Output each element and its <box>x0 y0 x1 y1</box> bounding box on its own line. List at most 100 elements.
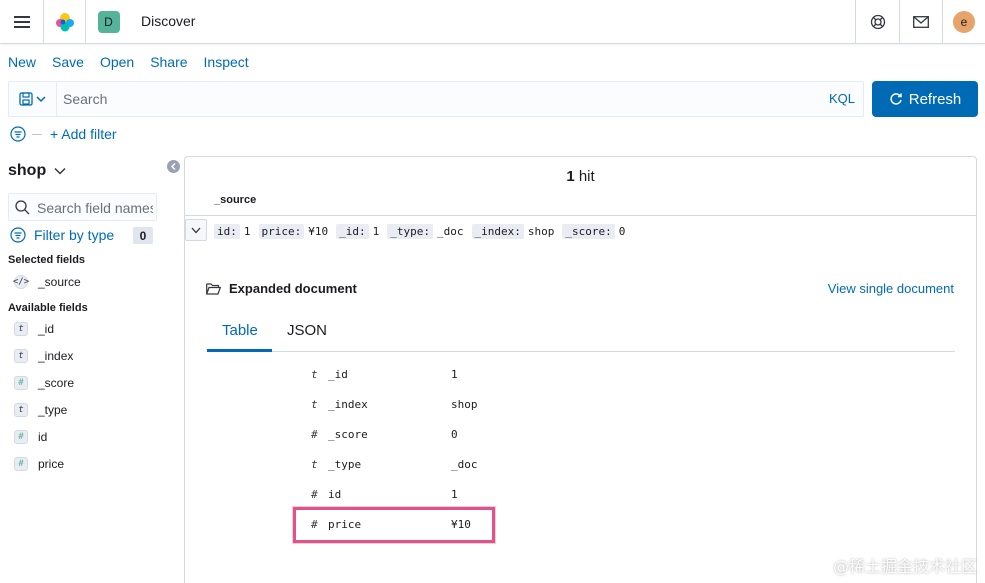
view-single-document-link[interactable]: View single document <box>828 281 954 296</box>
table-divider <box>185 215 976 216</box>
string-type-icon: t <box>311 458 318 471</box>
summary-value: ¥10 <box>308 225 329 238</box>
saved-query-button[interactable] <box>9 82 57 116</box>
code-icon: </> <box>12 275 30 289</box>
refresh-button[interactable]: Refresh <box>872 81 978 117</box>
doc-field-name: _score <box>328 428 368 441</box>
filter-divider <box>32 133 42 135</box>
string-type-icon: t <box>14 403 28 417</box>
field-item-id-num[interactable]: # id <box>14 430 47 444</box>
field-item-id[interactable]: t _id <box>14 322 54 336</box>
add-filter-button[interactable]: + Add filter <box>50 126 117 142</box>
field-item-type[interactable]: t _type <box>14 403 67 417</box>
row-expand-toggle[interactable] <box>185 219 207 241</box>
summary-key: _score: <box>562 224 615 239</box>
kql-toggle[interactable]: KQL <box>829 91 855 106</box>
nav-share[interactable]: Share <box>150 54 187 70</box>
doc-field-value: 1 <box>451 368 458 381</box>
field-item-source[interactable]: </> _source <box>12 275 81 289</box>
space-selector[interactable]: D <box>86 0 131 43</box>
filter-icon <box>10 227 26 243</box>
search-input[interactable]: Search <box>63 91 107 107</box>
string-type-icon: t <box>14 349 28 363</box>
number-type-icon: # <box>14 457 28 471</box>
filter-icon[interactable] <box>10 126 26 142</box>
doc-field-name: _id <box>328 368 348 381</box>
field-item-index[interactable]: t _index <box>14 349 73 363</box>
doc-field-value: 0 <box>451 428 458 441</box>
summary-key: _type: <box>387 224 433 239</box>
hit-count: 1 hit <box>185 168 976 185</box>
field-name: id <box>38 430 48 444</box>
field-item-score[interactable]: # _score <box>14 376 74 390</box>
string-type-icon: t <box>14 322 28 336</box>
query-bar: Search KQL <box>8 81 864 117</box>
refresh-label: Refresh <box>908 90 962 108</box>
field-name: _source <box>38 275 81 289</box>
watermark: @稀土掘金技术社区 <box>832 557 977 576</box>
doc-field-value: _doc <box>451 458 478 471</box>
doc-view-tabs: Table JSON <box>207 315 955 352</box>
row-summary: id: 1 price: ¥10 _id: 1 _type: _doc _index: s… <box>214 224 629 239</box>
elastic-logo[interactable] <box>44 0 86 43</box>
doc-field-value: shop <box>451 398 478 411</box>
summary-value: 1 <box>243 225 251 238</box>
folder-open-icon <box>206 282 221 295</box>
field-sidebar: shop Search field names Filter by type 0… <box>0 150 184 583</box>
index-pattern-selector[interactable]: shop <box>8 162 66 180</box>
doc-field-name: _type <box>328 458 362 471</box>
doc-field-row: t _type _doc <box>311 455 711 475</box>
nav-inspect[interactable]: Inspect <box>204 54 249 70</box>
newsfeed-button[interactable] <box>899 0 942 43</box>
tab-table[interactable]: Table <box>222 322 258 339</box>
search-icon <box>15 200 30 215</box>
refresh-icon <box>890 93 902 105</box>
column-header-source[interactable]: _source <box>214 194 256 206</box>
nav-open[interactable]: Open <box>100 54 134 70</box>
collapse-sidebar-button[interactable] <box>167 160 180 173</box>
chevron-down-icon <box>54 167 66 175</box>
number-type-icon: # <box>14 376 28 390</box>
menu-button[interactable] <box>0 0 44 43</box>
summary-value: 1 <box>372 225 380 238</box>
filter-count-badge: 0 <box>133 227 153 244</box>
user-avatar: e <box>953 10 975 33</box>
app-header: D Discover e <box>0 0 985 44</box>
doc-field-row: t _id 1 <box>311 365 711 385</box>
nav-new[interactable]: New <box>8 54 36 70</box>
summary-key: _index: <box>471 224 524 239</box>
filter-by-type-button[interactable]: Filter by type <box>10 227 114 243</box>
user-menu[interactable]: e <box>942 0 985 43</box>
filter-bar: + Add filter <box>10 126 117 142</box>
nav-save[interactable]: Save <box>52 54 84 70</box>
field-item-price[interactable]: # price <box>14 457 64 471</box>
active-tab-indicator <box>207 349 272 352</box>
number-type-icon: # <box>14 430 28 444</box>
help-button[interactable] <box>855 0 899 43</box>
field-name: _id <box>38 322 55 336</box>
summary-key: id: <box>214 224 240 239</box>
expanded-document-title: Expanded document <box>229 281 357 296</box>
chevron-down-icon <box>36 96 46 103</box>
doc-field-value: 1 <box>451 488 458 501</box>
top-nav: New Save Open Share Inspect <box>8 54 249 70</box>
summary-value: _doc <box>437 225 464 238</box>
chevron-down-icon <box>191 227 201 233</box>
field-search-input[interactable]: Search field names <box>8 193 157 221</box>
tab-json[interactable]: JSON <box>287 322 327 339</box>
string-type-icon: t <box>311 368 318 381</box>
save-icon <box>19 92 33 106</box>
selected-fields-title: Selected fields <box>8 254 86 266</box>
hit-count-number: 1 <box>566 168 575 185</box>
summary-key: _id: <box>336 224 369 239</box>
available-fields-title: Available fields <box>8 302 88 314</box>
summary-value: 0 <box>618 225 626 238</box>
index-pattern-label: shop <box>8 162 47 179</box>
field-name: price <box>38 457 65 471</box>
field-name: _type <box>38 403 68 417</box>
doc-field-row: # id 1 <box>311 485 711 505</box>
doc-field-row: t _index shop <box>311 395 711 415</box>
expanded-document-header: Expanded document <box>206 281 357 296</box>
number-type-icon: # <box>311 428 318 441</box>
doc-field-row: # _score 0 <box>311 425 711 445</box>
